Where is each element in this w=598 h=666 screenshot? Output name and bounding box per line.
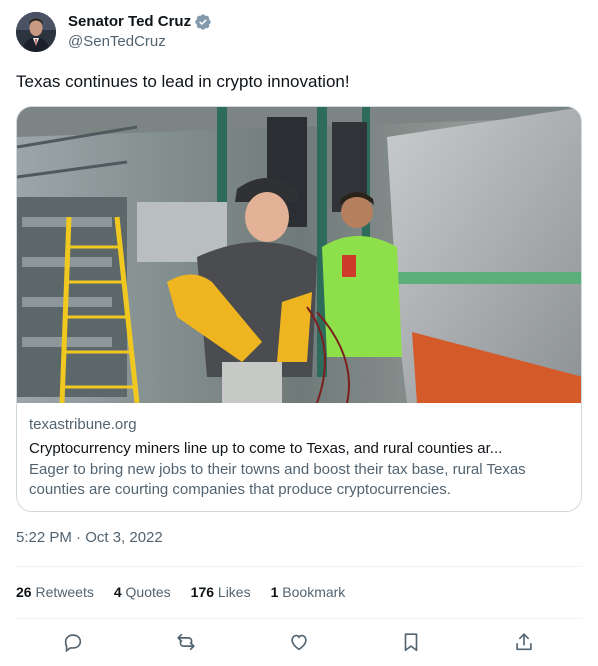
likes-stat[interactable]: 176 Likes <box>191 582 251 602</box>
retweet-icon[interactable] <box>175 631 199 655</box>
author-handle[interactable]: @SenTedCruz <box>68 32 212 52</box>
bookmarks-label: Bookmark <box>282 584 346 600</box>
bookmarks-count: 1 <box>270 584 279 600</box>
card-title[interactable]: Cryptocurrency miners line up to come to… <box>29 439 569 459</box>
reply-icon[interactable] <box>62 631 86 655</box>
link-card[interactable]: texastribune.org Cryptocurrency miners l… <box>16 106 582 512</box>
card-image[interactable] <box>17 107 582 403</box>
quotes-stat[interactable]: 4 Quotes <box>114 582 171 602</box>
retweets-stat[interactable]: 26 Retweets <box>16 582 94 602</box>
quotes-count: 4 <box>113 584 122 600</box>
like-icon[interactable] <box>288 631 312 655</box>
tweet-actions <box>16 628 582 658</box>
author-display-name-row[interactable]: Senator Ted Cruz <box>68 12 212 32</box>
card-description: Eager to bring new jobs to their towns a… <box>29 461 526 498</box>
share-icon[interactable] <box>513 631 537 655</box>
card-meta: texastribune.org Cryptocurrency miners l… <box>17 403 581 500</box>
bookmarks-stat[interactable]: 1 Bookmark <box>271 582 346 602</box>
retweets-count: 26 <box>16 584 32 600</box>
tweet-timestamp[interactable]: 5:22 PM · Oct 3, 2022 <box>16 528 163 548</box>
likes-count: 176 <box>190 584 215 600</box>
card-domain[interactable]: texastribune.org <box>29 415 569 435</box>
quotes-label: Quotes <box>125 584 171 600</box>
verified-badge-icon[interactable] <box>194 13 212 31</box>
divider <box>16 566 582 567</box>
divider <box>16 618 582 619</box>
retweets-label: Retweets <box>35 584 94 600</box>
author-names: Senator Ted Cruz @SenTedCruz <box>68 12 212 52</box>
bookmark-icon[interactable] <box>400 631 424 655</box>
likes-label: Likes <box>217 584 251 600</box>
author-display-name[interactable]: Senator Ted Cruz <box>68 12 191 32</box>
tweet-text: Texas continues to lead in crypto innova… <box>16 72 350 91</box>
tweet-header: Senator Ted Cruz @SenTedCruz <box>16 12 212 52</box>
engagement-stats: 26 Retweets 4 Quotes 176 Likes 1 Bookmar… <box>16 582 365 602</box>
avatar[interactable] <box>16 12 56 52</box>
